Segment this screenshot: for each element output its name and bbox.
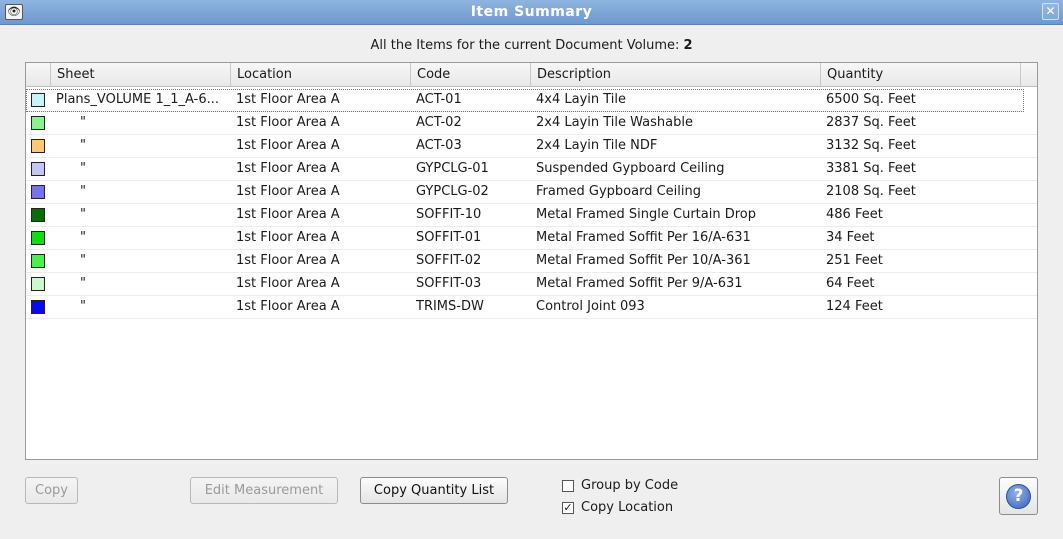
color-swatch	[31, 208, 45, 222]
volume-count: 2	[683, 38, 693, 53]
title-bar: 👁 Item Summary ✕	[0, 0, 1063, 25]
cell-quantity: 3381 Sq. Feet	[826, 161, 916, 176]
cell-code: SOFFIT-10	[416, 207, 482, 222]
table-row[interactable]: " 1st Floor Area A SOFFIT-03 Metal Framed S…	[26, 273, 1037, 296]
cell-location: 1st Floor Area A	[236, 92, 340, 107]
items-table: Sheet Location Code Description Quantity…	[25, 62, 1038, 460]
summary-label: All the Items for the current Document V…	[370, 38, 680, 53]
cell-location: 1st Floor Area A	[236, 115, 340, 130]
cell-sheet: "	[80, 253, 86, 268]
cell-code: SOFFIT-03	[416, 276, 482, 291]
cell-sheet: "	[80, 299, 86, 314]
cell-description: 2x4 Layin Tile Washable	[536, 115, 693, 130]
cell-description: Control Joint 093	[536, 299, 645, 314]
cell-code: GYPCLG-01	[416, 161, 489, 176]
copy-quantity-list-button[interactable]: Copy Quantity List	[360, 477, 508, 504]
copy-button[interactable]: Copy	[25, 477, 78, 504]
table-header: Sheet Location Code Description Quantity	[26, 63, 1037, 87]
cell-quantity: 3132 Sq. Feet	[826, 138, 916, 153]
copy-location-label: Copy Location	[581, 500, 674, 515]
cell-description: Metal Framed Soffit Per 9/A-631	[536, 276, 743, 291]
cell-location: 1st Floor Area A	[236, 161, 340, 176]
cell-code: SOFFIT-02	[416, 253, 482, 268]
cell-sheet: "	[80, 184, 86, 199]
color-swatch	[31, 300, 45, 314]
column-header-code[interactable]: Code	[411, 63, 531, 86]
cell-location: 1st Floor Area A	[236, 207, 340, 222]
table-row[interactable]: " 1st Floor Area A GYPCLG-01 Suspended Gypb…	[26, 158, 1037, 181]
table-row[interactable]: " 1st Floor Area A SOFFIT-02 Metal Framed S…	[26, 250, 1037, 273]
group-by-code-checkbox[interactable]	[562, 480, 574, 492]
column-header-color[interactable]	[26, 63, 51, 86]
copy-location-checkbox[interactable]: ✓	[562, 502, 574, 514]
cell-sheet: "	[80, 161, 86, 176]
cell-sheet: "	[80, 230, 86, 245]
cell-description: Metal Framed Single Curtain Drop	[536, 207, 756, 222]
cell-sheet: "	[80, 115, 86, 130]
cell-quantity: 34 Feet	[826, 230, 875, 245]
help-button[interactable]: ?	[999, 477, 1038, 515]
cell-quantity: 2837 Sq. Feet	[826, 115, 916, 130]
window-title: Item Summary	[470, 4, 593, 20]
cell-quantity: 6500 Sq. Feet	[826, 92, 916, 107]
cell-sheet: Plans_VOLUME 1_1_A-6...	[56, 92, 220, 107]
cell-quantity: 124 Feet	[826, 299, 883, 314]
color-swatch	[31, 116, 45, 130]
cell-location: 1st Floor Area A	[236, 299, 340, 314]
color-swatch	[31, 254, 45, 268]
edit-measurement-button[interactable]: Edit Measurement	[190, 477, 338, 504]
cell-sheet: "	[80, 276, 86, 291]
summary-header: All the Items for the current Document V…	[0, 38, 1063, 53]
cell-code: ACT-01	[416, 92, 462, 107]
cell-location: 1st Floor Area A	[236, 138, 340, 153]
table-row[interactable]: " 1st Floor Area A SOFFIT-10 Metal Framed S…	[26, 204, 1037, 227]
cell-description: Metal Framed Soffit Per 16/A-631	[536, 230, 751, 245]
cell-description: 2x4 Layin Tile NDF	[536, 138, 658, 153]
column-header-location[interactable]: Location	[231, 63, 411, 86]
cell-location: 1st Floor Area A	[236, 184, 340, 199]
cell-location: 1st Floor Area A	[236, 253, 340, 268]
help-icon: ?	[1006, 484, 1031, 509]
table-row[interactable]: " 1st Floor Area A GYPCLG-02 Framed Gypboar…	[26, 181, 1037, 204]
cell-code: ACT-03	[416, 138, 462, 153]
cell-sheet: "	[80, 207, 86, 222]
table-row[interactable]: " 1st Floor Area A ACT-03 2x4 Layin Tile ND…	[26, 135, 1037, 158]
table-row[interactable]: " 1st Floor Area A SOFFIT-01 Metal Framed S…	[26, 227, 1037, 250]
cell-code: SOFFIT-01	[416, 230, 482, 245]
column-header-description[interactable]: Description	[531, 63, 821, 86]
column-header-quantity[interactable]: Quantity	[821, 63, 1021, 86]
cell-code: ACT-02	[416, 115, 462, 130]
color-swatch	[31, 185, 45, 199]
color-swatch	[31, 139, 45, 153]
cell-description: Metal Framed Soffit Per 10/A-361	[536, 253, 751, 268]
group-by-code-label: Group by Code	[581, 478, 679, 493]
cell-code: TRIMS-DW	[416, 299, 484, 314]
table-row[interactable]: " 1st Floor Area A ACT-02 2x4 Layin Tile Wa…	[26, 112, 1037, 135]
cell-location: 1st Floor Area A	[236, 230, 340, 245]
table-row[interactable]: " 1st Floor Area A TRIMS-DW Control Joint 0…	[26, 296, 1037, 319]
cell-quantity: 486 Feet	[826, 207, 883, 222]
cell-quantity: 2108 Sq. Feet	[826, 184, 916, 199]
cell-code: GYPCLG-02	[416, 184, 489, 199]
close-icon[interactable]: ✕	[1042, 3, 1059, 20]
cell-quantity: 64 Feet	[826, 276, 875, 291]
color-swatch	[31, 93, 45, 107]
cell-location: 1st Floor Area A	[236, 276, 340, 291]
cell-description: 4x4 Layin Tile	[536, 92, 627, 107]
cell-description: Framed Gypboard Ceiling	[536, 184, 701, 199]
table-row[interactable]: Plans_VOLUME 1_1_A-6... 1st Floor Area A A…	[26, 89, 1024, 112]
column-header-sheet[interactable]: Sheet	[51, 63, 231, 86]
color-swatch	[31, 277, 45, 291]
color-swatch	[31, 162, 45, 176]
color-swatch	[31, 231, 45, 245]
cell-sheet: "	[80, 138, 86, 153]
cell-quantity: 251 Feet	[826, 253, 883, 268]
cell-description: Suspended Gypboard Ceiling	[536, 161, 725, 176]
